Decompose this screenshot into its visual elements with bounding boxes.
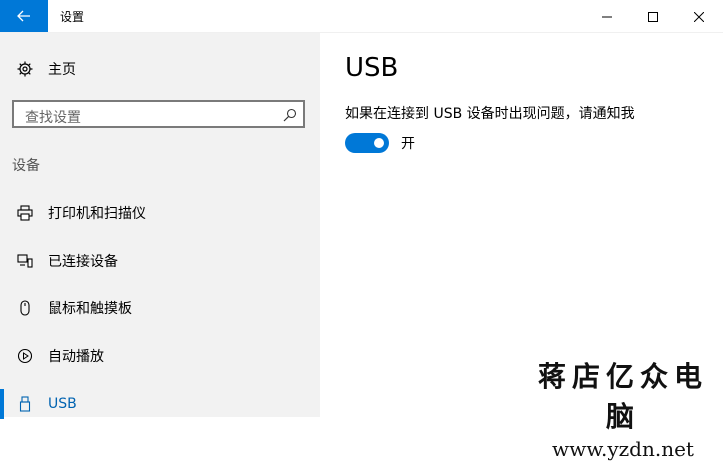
search-placeholder: 查找设置 — [25, 110, 81, 126]
search-icon[interactable] — [283, 107, 297, 122]
sidebar-item-label: USB — [48, 396, 77, 412]
minimize-button[interactable] — [584, 0, 630, 32]
usb-notify-toggle[interactable] — [345, 133, 389, 153]
section-heading-devices: 设备 — [12, 158, 40, 174]
sidebar-item-label: 鼠标和触摸板 — [48, 301, 132, 317]
mouse-icon — [16, 299, 34, 317]
minimize-icon — [602, 7, 612, 26]
maximize-button[interactable] — [630, 0, 676, 32]
watermark-brand: 蒋店亿众电脑 — [537, 360, 708, 433]
sidebar: 主页 查找设置 设备 打印机和扫描仪 已连接设备 鼠标和触摸板 自动播放 USB — [0, 33, 320, 420]
sidebar-item-printers[interactable]: 打印机和扫描仪 — [0, 197, 320, 229]
watermark: 蒋店亿众电脑 www.yzdn.net — [528, 355, 718, 461]
home-label: 主页 — [48, 62, 76, 78]
printer-icon — [16, 204, 34, 222]
close-icon — [693, 7, 705, 26]
gear-icon — [16, 60, 34, 78]
title-bar: 设置 — [0, 0, 723, 33]
main-content: USB 如果在连接到 USB 设备时出现问题，请通知我 开 蒋店亿众电脑 www… — [320, 33, 723, 461]
sidebar-item-usb[interactable]: USB — [0, 388, 320, 420]
back-arrow-icon — [17, 7, 31, 26]
toggle-knob — [374, 138, 384, 148]
sidebar-item-label: 已连接设备 — [48, 254, 118, 270]
usb-notify-description: 如果在连接到 USB 设备时出现问题，请通知我 — [345, 106, 635, 122]
sidebar-item-autoplay[interactable]: 自动播放 — [0, 340, 320, 372]
page-title: USB — [345, 53, 399, 83]
sidebar-item-mouse-touchpad[interactable]: 鼠标和触摸板 — [0, 292, 320, 324]
sidebar-item-label: 自动播放 — [48, 349, 104, 365]
usb-icon — [16, 395, 34, 413]
search-input[interactable]: 查找设置 — [12, 100, 305, 128]
window-title: 设置 — [60, 10, 85, 24]
back-button[interactable] — [0, 0, 48, 32]
maximize-icon — [648, 7, 658, 26]
close-button[interactable] — [676, 0, 722, 32]
sidebar-item-home[interactable]: 主页 — [16, 59, 76, 79]
sidebar-item-label: 打印机和扫描仪 — [48, 206, 146, 222]
sidebar-item-connected-devices[interactable]: 已连接设备 — [0, 245, 320, 277]
connected-devices-icon — [16, 252, 34, 270]
autoplay-icon — [16, 347, 34, 365]
toggle-state-label: 开 — [401, 136, 415, 152]
watermark-url: www.yzdn.net — [552, 437, 694, 461]
